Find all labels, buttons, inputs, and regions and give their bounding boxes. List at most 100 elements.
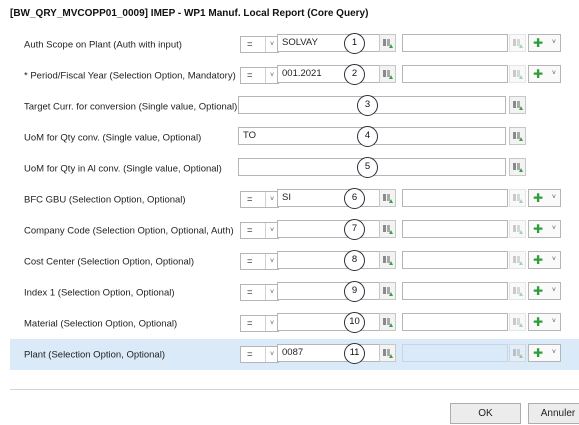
add-range-button[interactable]: ✚ ˅: [528, 220, 561, 238]
row-plant: Plant (Selection Option, Optional) = ˅ 00…: [10, 339, 579, 370]
chevron-down-icon: ˅: [551, 70, 556, 77]
value-help-icon[interactable]: [509, 96, 526, 114]
callout-badge: 3: [357, 95, 378, 116]
row-label: UoM for Qty conv. (Single value, Optiona…: [24, 132, 202, 143]
row-label: Index 1 (Selection Option, Optional): [24, 287, 175, 298]
cancel-button[interactable]: Annuler: [528, 403, 579, 424]
plus-icon: ✚: [533, 191, 544, 205]
plus-icon: ✚: [533, 315, 544, 329]
add-range-button[interactable]: ✚ ˅: [528, 34, 561, 52]
callout-badge: 11: [344, 343, 365, 364]
dialog-title: [BW_QRY_MVCOPP01_0009] IMEP - WP1 Manuf.…: [10, 8, 369, 19]
value-input-low[interactable]: [277, 251, 384, 269]
row-period-fiscal-year: * Period/Fiscal Year (Selection Option, …: [10, 60, 579, 91]
chevron-down-icon: ˅: [551, 287, 556, 294]
add-range-button[interactable]: ✚ ˅: [528, 313, 561, 331]
add-range-button[interactable]: ✚ ˅: [528, 344, 561, 362]
value-input-low[interactable]: 001.2021: [277, 65, 384, 83]
row-company-code: Company Code (Selection Option, Optional…: [10, 215, 579, 246]
operator-select[interactable]: = ˅: [240, 315, 279, 332]
callout-badge: 8: [344, 250, 365, 271]
value-help-icon[interactable]: [379, 220, 396, 238]
chevron-down-icon: ˅: [551, 349, 556, 356]
row-bfc-gbu: BFC GBU (Selection Option, Optional) = ˅ …: [10, 184, 579, 215]
row-uom-qty-al-conv: UoM for Qty in Al conv. (Single value, O…: [10, 153, 579, 184]
value-help-icon[interactable]: [379, 34, 396, 52]
value-help-icon[interactable]: [509, 220, 526, 238]
operator-select[interactable]: = ˅: [240, 67, 279, 84]
ok-button[interactable]: OK: [450, 403, 521, 424]
value-help-icon[interactable]: [509, 65, 526, 83]
value-help-icon[interactable]: [379, 344, 396, 362]
add-range-button[interactable]: ✚ ˅: [528, 65, 561, 83]
plus-icon: ✚: [533, 346, 544, 360]
row-material: Material (Selection Option, Optional) = ˅…: [10, 308, 579, 339]
row-label: UoM for Qty in Al conv. (Single value, O…: [24, 163, 222, 174]
value-input-high[interactable]: [402, 189, 508, 207]
add-range-button[interactable]: ✚ ˅: [528, 282, 561, 300]
chevron-down-icon: ˅: [551, 318, 556, 325]
value-input-low[interactable]: [277, 313, 384, 331]
callout-badge: 7: [344, 219, 365, 240]
value-help-icon[interactable]: [509, 282, 526, 300]
value-help-icon[interactable]: [379, 65, 396, 83]
operator-select[interactable]: = ˅: [240, 253, 279, 270]
value-help-icon[interactable]: [509, 313, 526, 331]
value-help-icon[interactable]: [509, 34, 526, 52]
row-label: BFC GBU (Selection Option, Optional): [24, 194, 186, 205]
chevron-down-icon: ˅: [551, 39, 556, 46]
row-auth-scope-plant: Auth Scope on Plant (Auth with input) = ˅…: [10, 29, 579, 60]
plus-icon: ✚: [533, 253, 544, 267]
row-label: Plant (Selection Option, Optional): [24, 349, 165, 360]
operator-select[interactable]: = ˅: [240, 36, 279, 53]
operator-select[interactable]: = ˅: [240, 284, 279, 301]
value-input-low[interactable]: [277, 220, 384, 238]
callout-badge: 2: [344, 64, 365, 85]
add-range-button[interactable]: ✚ ˅: [528, 189, 561, 207]
footer-divider: [10, 389, 579, 390]
value-input-high[interactable]: [402, 220, 508, 238]
value-input-low[interactable]: SOLVAY: [277, 34, 384, 52]
value-input-low[interactable]: [277, 282, 384, 300]
value-input-high[interactable]: [402, 34, 508, 52]
value-input-high[interactable]: [402, 344, 508, 362]
row-label: Auth Scope on Plant (Auth with input): [24, 39, 182, 50]
value-input-high[interactable]: [402, 251, 508, 269]
row-label: Cost Center (Selection Option, Optional): [24, 256, 195, 267]
value-help-icon[interactable]: [509, 344, 526, 362]
row-cost-center: Cost Center (Selection Option, Optional)…: [10, 246, 579, 277]
value-help-icon[interactable]: [379, 313, 396, 331]
row-index-1: Index 1 (Selection Option, Optional) = ˅ …: [10, 277, 579, 308]
value-help-icon[interactable]: [509, 127, 526, 145]
chevron-down-icon: ˅: [551, 256, 556, 263]
value-help-icon[interactable]: [509, 158, 526, 176]
value-input-low[interactable]: 0087: [277, 344, 384, 362]
operator-select[interactable]: = ˅: [240, 346, 279, 363]
plus-icon: ✚: [533, 222, 544, 236]
row-label: Material (Selection Option, Optional): [24, 318, 178, 329]
add-range-button[interactable]: ✚ ˅: [528, 251, 561, 269]
row-label: Company Code (Selection Option, Optional…: [24, 225, 234, 236]
callout-badge: 1: [344, 33, 365, 54]
value-help-icon[interactable]: [509, 251, 526, 269]
chevron-down-icon: ˅: [551, 194, 556, 201]
value-input-high[interactable]: [402, 282, 508, 300]
value-input-low[interactable]: SI: [277, 189, 384, 207]
plus-icon: ✚: [533, 36, 544, 50]
operator-select[interactable]: = ˅: [240, 191, 279, 208]
plus-icon: ✚: [533, 67, 544, 81]
callout-badge: 10: [344, 312, 365, 333]
value-help-icon[interactable]: [509, 189, 526, 207]
callout-badge: 9: [344, 281, 365, 302]
plus-icon: ✚: [533, 284, 544, 298]
operator-select[interactable]: = ˅: [240, 222, 279, 239]
value-input-high[interactable]: [402, 313, 508, 331]
chevron-down-icon: ˅: [551, 225, 556, 232]
value-input-high[interactable]: [402, 65, 508, 83]
value-help-icon[interactable]: [379, 282, 396, 300]
callout-badge: 4: [357, 126, 378, 147]
value-help-icon[interactable]: [379, 189, 396, 207]
row-label: * Period/Fiscal Year (Selection Option, …: [24, 70, 236, 81]
value-help-icon[interactable]: [379, 251, 396, 269]
callout-badge: 6: [344, 188, 365, 209]
